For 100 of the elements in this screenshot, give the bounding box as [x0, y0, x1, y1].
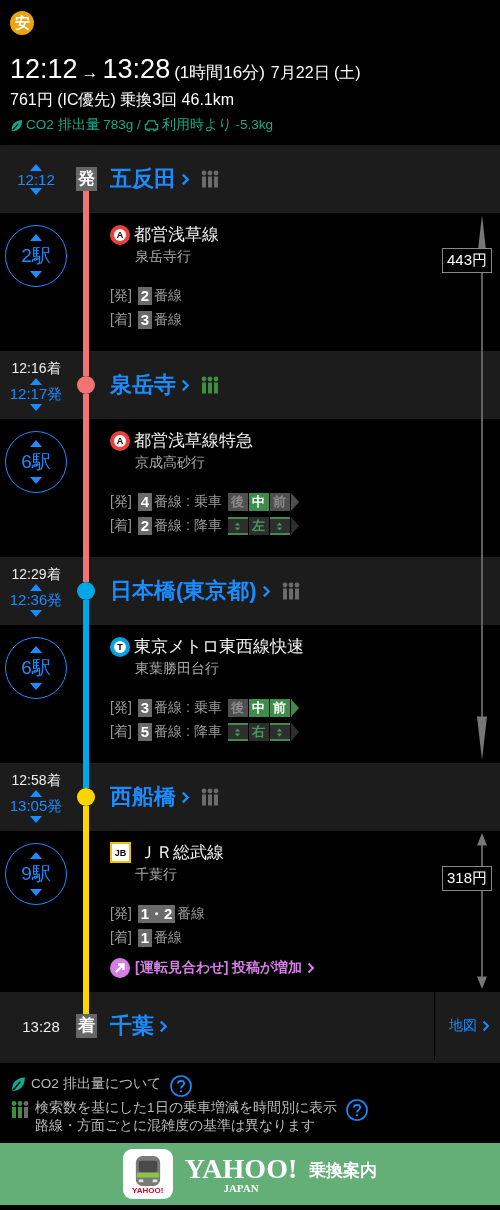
- line-name: 都営浅草線: [134, 224, 219, 246]
- app-icon-text: YAHOO!: [132, 1186, 164, 1194]
- down-triangle-icon[interactable]: [30, 815, 42, 823]
- brand-subtitle: JAPAN: [223, 1182, 259, 1194]
- arrival-time: 13:28: [22, 1017, 60, 1035]
- down-triangle-icon[interactable]: [30, 477, 42, 484]
- track-number: 3: [137, 311, 153, 329]
- duration-text: (1時間16分): [174, 62, 265, 84]
- platform-tag: [発]: [110, 699, 132, 717]
- chevron-right-icon[interactable]: [307, 962, 316, 974]
- platform-tag: [着]: [110, 311, 132, 329]
- help-icon[interactable]: [169, 1075, 192, 1097]
- line-badge: A: [110, 224, 130, 245]
- station-link[interactable]: 千葉: [110, 1011, 168, 1041]
- up-down-arrows-icon: [233, 520, 243, 532]
- app-banner[interactable]: YAHOO! YAHOO! JAPAN 乗換案内: [0, 1143, 500, 1205]
- platform-text: 番線: [154, 287, 183, 305]
- safety-badge: 安: [10, 11, 34, 35]
- up-down-arrows-icon: [275, 520, 285, 532]
- direction-arrowhead-icon: [290, 723, 299, 741]
- line-badge: JB: [110, 842, 131, 863]
- chevron-right-icon[interactable]: [261, 584, 271, 598]
- exit-position-indicator: 左: [227, 517, 299, 535]
- station-link[interactable]: 泉岳寺: [110, 370, 190, 400]
- co2-comparison-text: 利用時より -5.3kg: [161, 116, 274, 134]
- down-triangle-icon[interactable]: [30, 271, 42, 278]
- track-number: 3: [137, 699, 153, 717]
- platform-tag: [着]: [110, 723, 132, 741]
- line-name: ＪＲ総武線: [139, 842, 224, 864]
- arrow-circle-icon[interactable]: [110, 958, 130, 978]
- departure-time: 12:12: [17, 170, 55, 188]
- down-triangle-icon[interactable]: [30, 609, 42, 617]
- crowd-icon[interactable]: [200, 788, 220, 806]
- departure-time: 12:12: [10, 54, 78, 85]
- chevron-right-icon[interactable]: [181, 378, 190, 392]
- arrival-time: 12:29着: [11, 565, 61, 584]
- crowd-icon[interactable]: [280, 582, 301, 600]
- down-triangle-icon[interactable]: [30, 187, 42, 195]
- leaf-icon: [10, 1076, 26, 1092]
- track-number: 2: [137, 517, 153, 535]
- down-triangle-icon[interactable]: [30, 683, 42, 690]
- up-triangle-icon[interactable]: [30, 377, 42, 385]
- chevron-right-icon[interactable]: [482, 1020, 490, 1032]
- down-triangle-icon[interactable]: [30, 403, 42, 411]
- up-down-arrows-icon: [233, 726, 243, 738]
- chevron-right-icon[interactable]: [181, 790, 190, 804]
- car-icon: [143, 118, 159, 132]
- station-dot: [77, 582, 95, 600]
- up-triangle-icon[interactable]: [30, 583, 42, 591]
- leaf-icon: [10, 118, 23, 132]
- date-text: 7月22日 (土): [270, 63, 361, 83]
- track-number: 1・2: [137, 905, 176, 923]
- line-badge: T: [110, 636, 130, 657]
- platform-tag: [着]: [110, 517, 132, 535]
- chevron-right-icon[interactable]: [159, 1019, 168, 1033]
- station-link[interactable]: 日本橋(東京都): [110, 576, 271, 606]
- arrival-time: 12:58着: [11, 771, 61, 790]
- down-triangle-icon[interactable]: [30, 889, 42, 896]
- platform-text: 番線 : 乗車: [154, 493, 222, 511]
- up-triangle-icon[interactable]: [30, 163, 42, 171]
- line-badge: A: [110, 430, 130, 451]
- track-number: 1: [137, 929, 153, 947]
- station-mark: 発: [75, 167, 97, 191]
- map-link[interactable]: 地図: [434, 992, 500, 1060]
- station-link[interactable]: 西船橋: [110, 782, 190, 812]
- crowd-icon[interactable]: [200, 376, 220, 394]
- co2-text: CO2 排出量 783g /: [26, 116, 141, 134]
- crowd-icon: [10, 1100, 30, 1119]
- arrival-time: 12:16着: [11, 359, 61, 378]
- fare-label: 443円: [441, 248, 492, 273]
- up-triangle-icon[interactable]: [30, 646, 42, 653]
- service-notice-link[interactable]: [運転見合わせ] 投稿が増加: [110, 958, 490, 978]
- line-name: 東京メトロ東西線快速: [134, 636, 304, 658]
- platform-text: 番線 : 乗車: [154, 699, 222, 717]
- service-name: 乗換案内: [309, 1159, 378, 1182]
- up-triangle-icon[interactable]: [30, 234, 42, 241]
- track-number: 5: [137, 723, 153, 741]
- up-down-arrows-icon: [275, 726, 285, 738]
- help-icon[interactable]: [345, 1099, 368, 1121]
- route-summary: 761円 (IC優先) 乗換3回 46.1km: [10, 90, 236, 110]
- station-dot: [77, 788, 95, 806]
- track-number: 2: [137, 287, 153, 305]
- station-mark: 着: [75, 1014, 97, 1038]
- platform-tag: [着]: [110, 929, 132, 947]
- arrow-text: →: [81, 63, 99, 83]
- direction-arrowhead-icon: [290, 517, 299, 535]
- up-triangle-icon[interactable]: [30, 789, 42, 797]
- up-triangle-icon[interactable]: [30, 440, 42, 447]
- crowd-icon[interactable]: [200, 170, 220, 188]
- platform-text: 番線: [154, 311, 183, 329]
- platform-text: 番線 : 降車: [154, 723, 222, 741]
- brand-logo: YAHOO!: [184, 1154, 298, 1183]
- up-triangle-icon[interactable]: [30, 852, 42, 859]
- platform-text: 番線: [154, 929, 183, 947]
- station-link[interactable]: 五反田: [110, 164, 190, 194]
- chevron-right-icon[interactable]: [181, 172, 190, 186]
- exit-position-indicator: 右: [227, 723, 299, 741]
- destination-text: 千葉行: [135, 866, 177, 884]
- train-drawing: [133, 1154, 162, 1187]
- note-text: CO2 排出量について: [31, 1075, 161, 1093]
